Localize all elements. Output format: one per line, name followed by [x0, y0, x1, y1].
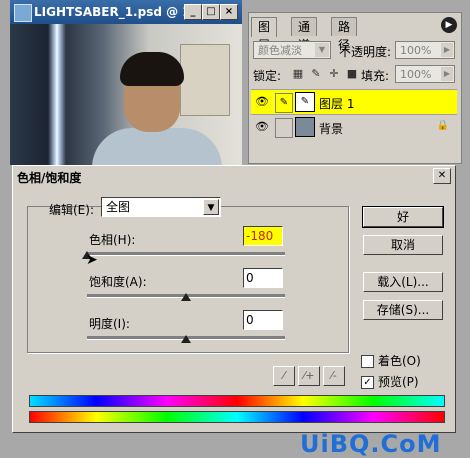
hue-saturation-dialog: 色相/饱和度 ✕ 编辑(E): 全图 ▼ 色相(H): -180 ➤ 饱和度(A… — [12, 165, 456, 433]
settings-group — [27, 206, 349, 353]
layer-thumbnail — [295, 117, 315, 137]
lock-all-icon[interactable]: ■ — [345, 67, 359, 81]
minimize-button[interactable]: _ — [184, 4, 202, 20]
load-button[interactable]: 载入(L)... — [363, 272, 443, 292]
person-shirt — [92, 128, 222, 165]
document-window: LIGHTSABER_1.psd @ 10... _ □ × — [10, 0, 242, 165]
site-watermark: UiBQ.CoM — [300, 430, 442, 458]
opacity-label: 不透明度: — [339, 45, 392, 59]
close-button[interactable]: × — [220, 4, 238, 20]
lightness-slider-track[interactable] — [87, 335, 285, 343]
background-poster — [180, 44, 230, 116]
lock-position-icon[interactable]: ✛ — [327, 67, 341, 81]
checkbox-box[interactable] — [361, 355, 374, 368]
image-canvas[interactable] — [10, 24, 242, 165]
save-button[interactable]: 存储(S)... — [363, 300, 443, 320]
palette-menu-icon[interactable]: ▶ — [441, 17, 457, 33]
hue-label: 色相(H): — [89, 233, 136, 247]
layer-row[interactable]: 👁 ✎ ✎ 图层 1 — [251, 89, 457, 114]
hue-slider-track[interactable] — [82, 251, 285, 259]
lightness-label: 明度(I): — [89, 317, 130, 331]
lock-transparency-icon[interactable]: ▦ — [291, 67, 305, 81]
ok-button[interactable]: 好 — [362, 206, 444, 228]
opacity-field[interactable]: 100% ▶ — [395, 41, 455, 59]
original-spectrum-bar — [29, 411, 445, 423]
eyedropper-minus-icon[interactable]: ⁄- — [323, 366, 345, 386]
fill-value: 100% — [400, 68, 432, 81]
chevron-right-icon: ▶ — [441, 67, 453, 81]
blend-mode-value: 颜色减淡 — [258, 44, 302, 57]
fill-label: 填充: — [361, 69, 390, 83]
photoshop-doc-icon — [14, 4, 32, 22]
chevron-right-icon: ▶ — [441, 43, 453, 57]
lightsaber-glow — [48, 24, 66, 165]
brush-icon[interactable]: ✎ — [275, 93, 293, 113]
preview-checkbox[interactable]: ✓ 预览(P) — [361, 373, 419, 390]
maximize-button[interactable]: □ — [202, 4, 220, 20]
dialog-titlebar[interactable]: 色相/饱和度 ✕ — [13, 166, 455, 186]
eye-icon[interactable]: 👁 — [253, 93, 271, 111]
layer-thumbnail: ✎ — [295, 92, 315, 112]
chevron-down-icon: ▼ — [203, 199, 219, 215]
tab-channels[interactable]: 通道 — [291, 17, 318, 52]
layers-palette: 图层 通道 路径 ▶ 颜色减淡 ▼ 不透明度: 100% ▶ 锁定: ▦ ✎ ✛… — [248, 12, 462, 164]
cancel-button[interactable]: 取消 — [363, 235, 443, 255]
saturation-slider-track[interactable] — [87, 293, 285, 301]
lightness-slider-thumb[interactable] — [181, 335, 191, 343]
tab-layers[interactable]: 图层 — [251, 17, 278, 52]
eyedropper-plus-icon[interactable]: ⁄+ — [298, 366, 320, 386]
eye-icon[interactable]: 👁 — [253, 118, 271, 136]
layer-name: 图层 1 — [319, 97, 355, 111]
saturation-slider-thumb[interactable] — [181, 293, 191, 301]
lock-label: 锁定: — [253, 69, 282, 83]
colorize-label: 着色(O) — [378, 354, 421, 368]
fill-field[interactable]: 100% ▶ — [395, 65, 455, 83]
colorize-checkbox[interactable]: 着色(O) — [361, 352, 421, 369]
lock-icon: 🔒 — [436, 120, 449, 131]
layer-name: 背景 — [319, 122, 344, 136]
preview-label: 预览(P) — [378, 375, 419, 389]
lightness-input[interactable]: 0 — [243, 310, 283, 330]
edit-select-value: 全图 — [106, 200, 131, 214]
eyedropper-icon[interactable]: ⁄ — [273, 366, 295, 386]
adjusted-spectrum-bar — [29, 395, 445, 407]
saturation-label: 饱和度(A): — [89, 275, 147, 289]
edit-label: 编辑(E): — [49, 203, 94, 217]
mouse-cursor-icon: ➤ — [86, 252, 98, 268]
close-icon[interactable]: ✕ — [433, 168, 451, 184]
saturation-input[interactable]: 0 — [243, 268, 283, 288]
chevron-down-icon: ▼ — [315, 43, 329, 57]
lock-image-icon[interactable]: ✎ — [309, 67, 323, 81]
opacity-value: 100% — [400, 44, 432, 57]
link-slot[interactable] — [275, 118, 293, 138]
eyedropper-group: ⁄ ⁄+ ⁄- — [273, 366, 345, 386]
checkbox-box[interactable]: ✓ — [361, 376, 374, 389]
person-hair — [120, 52, 184, 86]
blend-mode-select[interactable]: 颜色减淡 ▼ — [253, 41, 331, 59]
tab-paths[interactable]: 路径 — [331, 17, 358, 52]
edit-select[interactable]: 全图 ▼ — [101, 197, 221, 217]
hue-input[interactable]: -180 — [243, 226, 283, 246]
dialog-title: 色相/饱和度 — [17, 171, 82, 185]
layer-row[interactable]: 👁 背景 🔒 — [251, 114, 457, 139]
document-titlebar[interactable]: LIGHTSABER_1.psd @ 10... _ □ × — [10, 0, 242, 24]
